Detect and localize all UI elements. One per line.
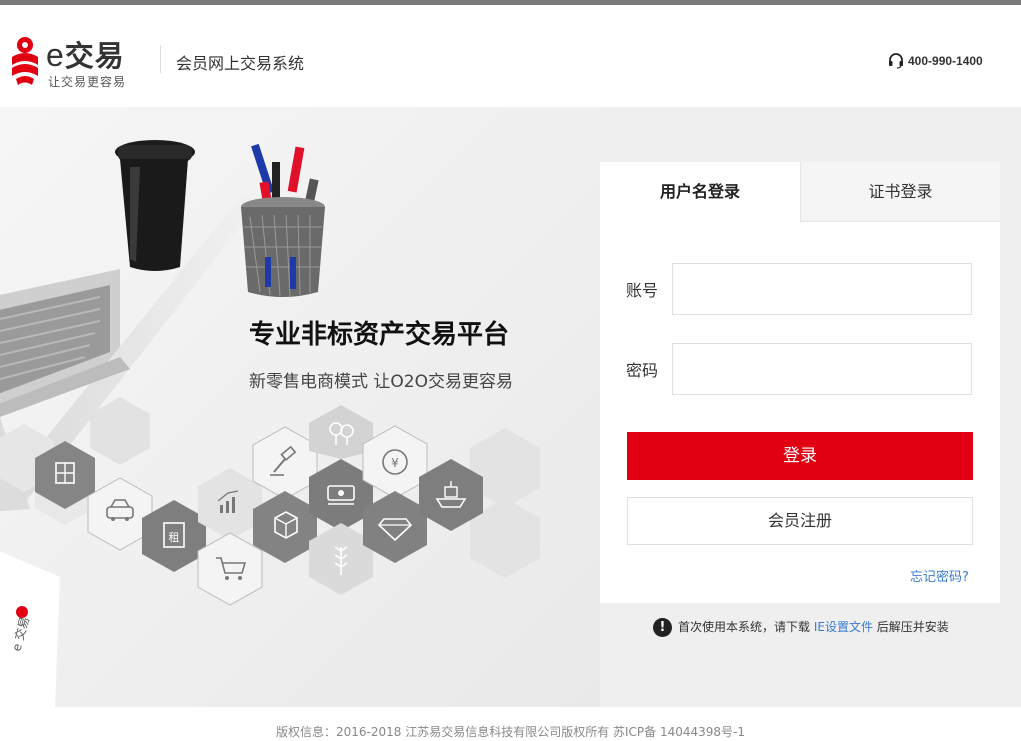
- forgot-password-link[interactable]: 忘记密码?: [910, 566, 969, 585]
- headset-icon: [889, 53, 903, 69]
- hotline: 400-990-1400: [888, 53, 983, 69]
- logo-title: e交易: [46, 37, 125, 73]
- tab-certificate-login[interactable]: 证书登录: [800, 162, 1000, 222]
- hero-subtitle: 新零售电商模式 让O2O交易更容易: [249, 372, 513, 392]
- password-input[interactable]: [672, 343, 972, 395]
- login-panel: 用户名登录 证书登录 账号 密码 登录 会员注册 忘记密码?: [600, 162, 1000, 603]
- svg-text:租: 租: [169, 531, 180, 544]
- hotline-number: 400-990-1400: [908, 54, 983, 68]
- tab-username-login[interactable]: 用户名登录: [600, 162, 800, 222]
- account-label: 账号: [626, 281, 659, 300]
- header-divider: [160, 45, 161, 73]
- warning-icon: !: [653, 618, 672, 637]
- hero-illustration: e 交易 租 ¥: [0, 107, 600, 707]
- footer-copyright: 版权信息：2016-2018 江苏易交易信息科技有限公司版权所有 苏ICP备 1…: [0, 707, 1021, 741]
- notice-prefix: 首次使用本系统，请下载: [678, 620, 814, 634]
- logo[interactable]: e交易 让交易更容易: [8, 33, 148, 91]
- notice-suffix: 后解压并安装: [872, 620, 949, 634]
- svg-text:¥: ¥: [391, 456, 399, 470]
- login-button[interactable]: 登录: [627, 432, 973, 480]
- account-input[interactable]: [672, 263, 972, 315]
- logo-slogan: 让交易更容易: [48, 75, 127, 89]
- logo-mark-icon: [12, 37, 38, 85]
- hero-title: 专业非标资产交易平台: [249, 320, 510, 350]
- system-title: 会员网上交易系统: [176, 54, 305, 73]
- ie-settings-download-link[interactable]: IE设置文件: [814, 620, 873, 634]
- register-button[interactable]: 会员注册: [627, 497, 973, 545]
- password-label: 密码: [626, 361, 659, 380]
- header: e交易 让交易更容易 会员网上交易系统 400-990-1400: [0, 5, 1021, 107]
- ie-setup-notice: ! 首次使用本系统，请下载 IE设置文件 后解压并安装: [653, 618, 949, 637]
- hero-banner: e 交易 租 ¥ 专业非标资产交易平台 新零售电商模式 让O2O交易更容易 用户…: [0, 107, 1021, 707]
